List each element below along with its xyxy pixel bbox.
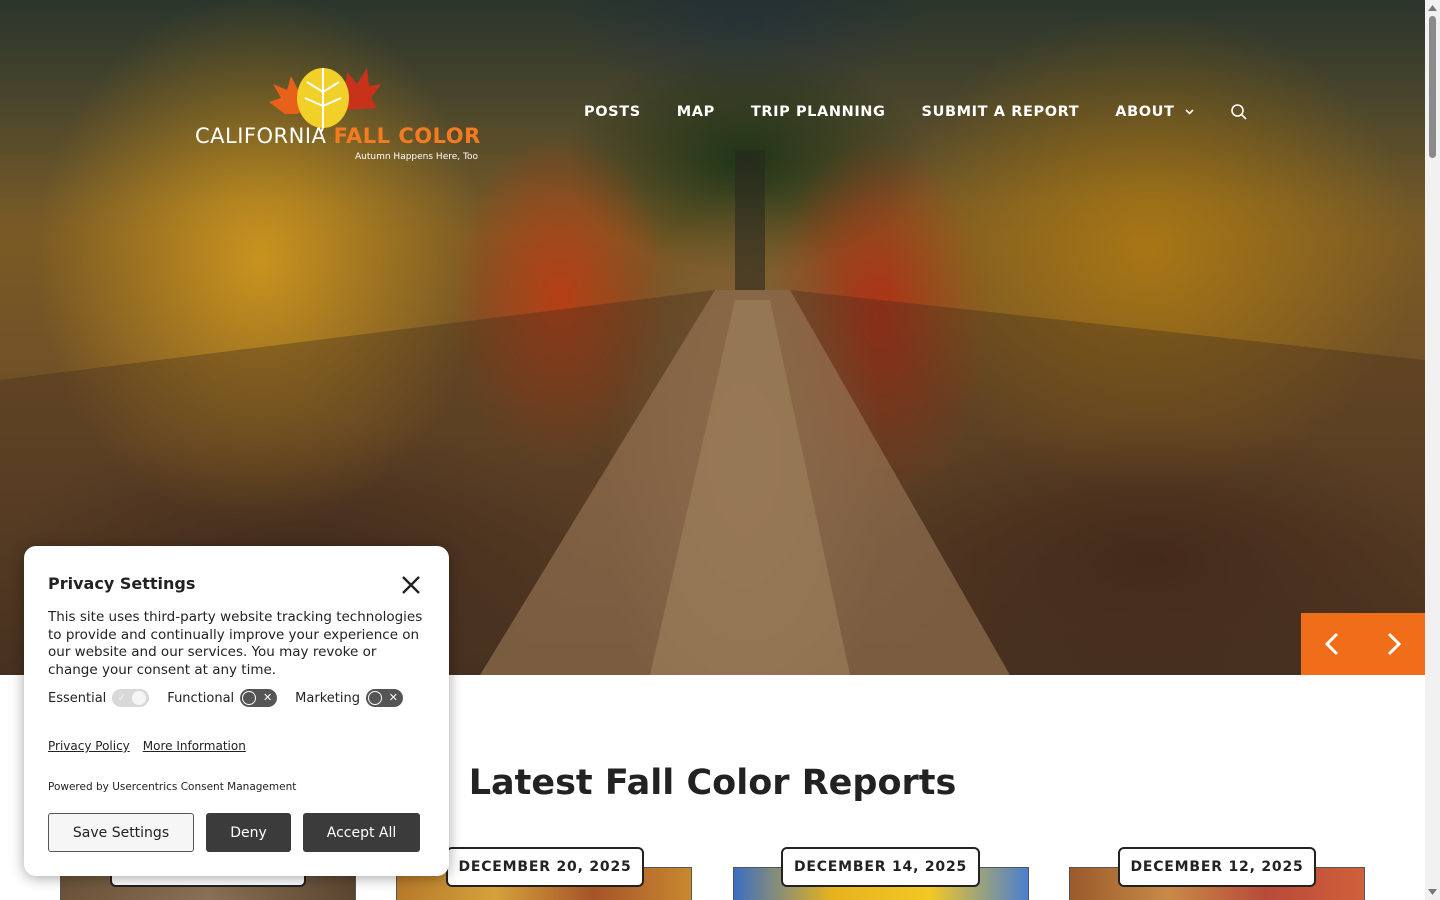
privacy-settings-dialog: Privacy Settings This site uses third-pa… bbox=[24, 546, 449, 876]
save-settings-button[interactable]: Save Settings bbox=[48, 813, 194, 852]
report-date-badge-2: DECEMBER 20, 2025 bbox=[446, 847, 644, 887]
toggle-label-functional: Functional bbox=[167, 690, 235, 706]
logo-name-part2: FALL COLOR bbox=[333, 124, 481, 148]
more-information-link[interactable]: More Information bbox=[143, 739, 246, 753]
page-scrollbar[interactable] bbox=[1425, 0, 1440, 900]
chevron-left-icon bbox=[1324, 632, 1339, 656]
nav-item-about-label: ABOUT bbox=[1115, 104, 1175, 120]
slider-prev-button[interactable] bbox=[1301, 613, 1363, 675]
check-icon: ✓ bbox=[117, 691, 127, 704]
close-icon[interactable] bbox=[400, 574, 422, 596]
scroll-down-icon[interactable] bbox=[1428, 888, 1437, 896]
deny-button[interactable]: Deny bbox=[206, 813, 291, 852]
scrollbar-thumb[interactable] bbox=[1429, 16, 1436, 158]
essential-toggle: ✓ bbox=[112, 689, 150, 707]
marketing-toggle[interactable]: ✕ bbox=[365, 689, 403, 707]
nav-item-about[interactable]: ABOUT bbox=[1115, 104, 1194, 120]
privacy-policy-link[interactable]: Privacy Policy bbox=[48, 739, 130, 753]
consent-toggles: Essential ✓ Functional ✕ Marketing ✕ bbox=[48, 689, 421, 707]
nav-item-trip-planning[interactable]: TRIP PLANNING bbox=[751, 104, 886, 120]
nav-item-posts[interactable]: POSTS bbox=[584, 104, 641, 120]
logo-name-part1: CALIFORNIA bbox=[195, 124, 327, 148]
slider-next-button[interactable] bbox=[1363, 613, 1425, 675]
accept-all-button[interactable]: Accept All bbox=[303, 813, 420, 852]
toggle-label-essential: Essential bbox=[48, 690, 107, 706]
slider-controls bbox=[1301, 613, 1425, 675]
logo-tagline: Autumn Happens Here, Too bbox=[355, 152, 478, 162]
main-navigation: POSTS MAP TRIP PLANNING SUBMIT A REPORT … bbox=[584, 100, 1248, 124]
site-logo[interactable]: CALIFORNIA FALL COLOR Autumn Happens Her… bbox=[195, 62, 480, 166]
leaves-icon bbox=[269, 68, 381, 132]
privacy-description: This site uses third-party website track… bbox=[48, 609, 423, 678]
scroll-up-icon[interactable] bbox=[1428, 4, 1437, 12]
logo-wordmark: CALIFORNIA FALL COLOR bbox=[195, 124, 481, 148]
chevron-down-icon bbox=[1184, 107, 1194, 118]
report-date-badge-4: DECEMBER 12, 2025 bbox=[1118, 847, 1316, 887]
chevron-right-icon bbox=[1387, 632, 1402, 656]
toggle-label-marketing: Marketing bbox=[295, 690, 360, 706]
nav-item-map[interactable]: MAP bbox=[677, 104, 715, 120]
privacy-title: Privacy Settings bbox=[48, 574, 196, 593]
powered-by-text: Powered by Usercentrics Consent Manageme… bbox=[48, 781, 297, 793]
x-icon: ✕ bbox=[388, 691, 398, 704]
nav-item-submit-report[interactable]: SUBMIT A REPORT bbox=[922, 104, 1080, 120]
x-icon: ✕ bbox=[262, 691, 273, 704]
functional-toggle[interactable]: ✕ bbox=[240, 689, 278, 707]
report-date-badge-3: DECEMBER 14, 2025 bbox=[781, 847, 980, 887]
search-icon[interactable] bbox=[1230, 103, 1248, 121]
privacy-links: Privacy Policy More Information bbox=[48, 739, 259, 753]
